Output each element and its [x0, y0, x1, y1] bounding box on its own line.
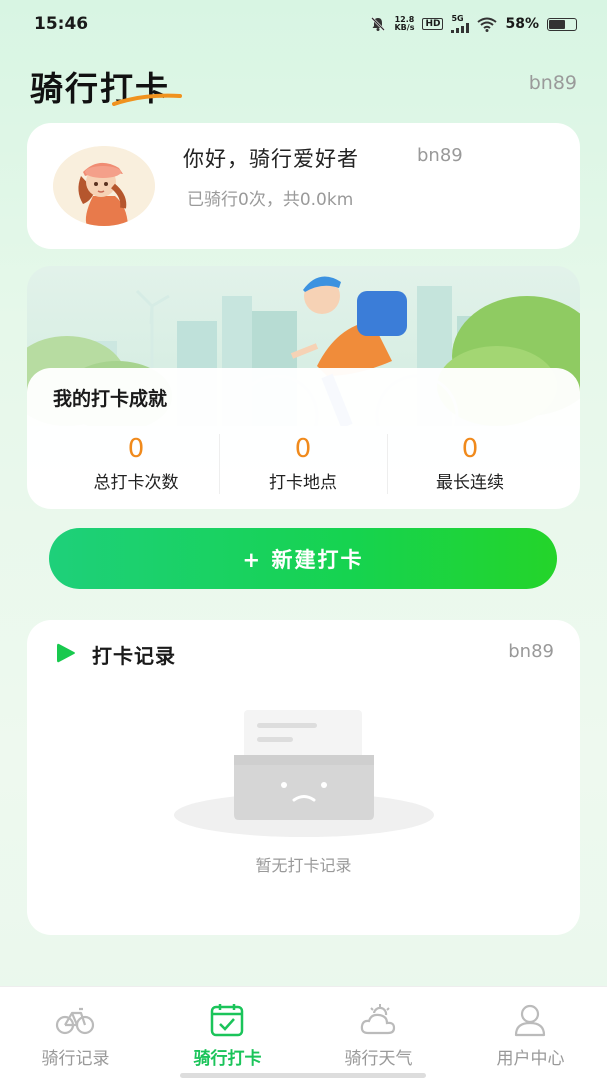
- nav-item-user-center[interactable]: 用户中心: [455, 987, 606, 1080]
- status-time: 15:46: [34, 14, 89, 34]
- play-icon: [57, 643, 75, 663]
- home-indicator[interactable]: [180, 1073, 426, 1078]
- stat-label: 最长连续: [436, 473, 504, 493]
- nav-label: 骑行打卡: [193, 1049, 262, 1069]
- stat-total-checkins: 0 总打卡次数: [53, 434, 219, 493]
- net-speed: 12.8 KB/s: [394, 15, 415, 32]
- status-icons: 12.8 KB/s HD 5G 58%: [370, 15, 577, 33]
- empty-box-icon: [174, 710, 434, 837]
- stat-locations: 0 打卡地点: [220, 434, 386, 493]
- nav-label: 骑行记录: [41, 1049, 110, 1069]
- weather-icon: [360, 1004, 396, 1035]
- nav-label: 用户中心: [496, 1049, 565, 1069]
- empty-records-text: 暂无打卡记录: [255, 856, 352, 875]
- nav-item-ride-records[interactable]: 骑行记录: [0, 987, 151, 1080]
- header-username: bn89: [528, 72, 577, 94]
- greeting-text: 你好，骑行爱好者: [183, 147, 359, 171]
- avatar: [53, 146, 155, 226]
- nav-item-ride-checkin[interactable]: 骑行打卡: [152, 987, 303, 1080]
- stat-longest-streak: 0 最长连续: [387, 434, 553, 493]
- user-icon: [514, 1004, 546, 1037]
- achievements-card: 我的打卡成就 0 总打卡次数 0 打卡地点 0 最长连续: [27, 368, 580, 509]
- stat-value: 0: [127, 434, 145, 464]
- wifi-icon: [477, 17, 498, 32]
- stat-value: 0: [461, 434, 479, 464]
- signal-icon: 5G: [451, 15, 470, 33]
- stat-label: 总打卡次数: [93, 473, 179, 493]
- nav-item-ride-weather[interactable]: 骑行天气: [303, 987, 454, 1080]
- hd-badge: HD: [422, 18, 444, 30]
- records-title: 打卡记录: [92, 644, 176, 668]
- records-username: bn89: [508, 641, 554, 662]
- ride-summary: 已骑行0次，共0.0km: [187, 190, 354, 210]
- new-checkin-button[interactable]: + 新建打卡: [49, 528, 557, 589]
- checkin-records-card: 打卡记录 bn89 暂无打卡记录: [27, 620, 580, 935]
- nav-label: 骑行天气: [344, 1049, 413, 1069]
- bike-icon: [55, 1007, 95, 1035]
- achievements-title: 我的打卡成就: [53, 388, 168, 410]
- stat-value: 0: [294, 434, 312, 464]
- bottom-nav: 骑行记录 骑行打卡 骑行天气 用户中心: [0, 986, 607, 1080]
- status-bar: 15:46 12.8 KB/s HD 5G 58%: [0, 0, 607, 50]
- profile-card[interactable]: 你好，骑行爱好者 bn89 已骑行0次，共0.0km: [27, 123, 580, 249]
- battery-percent: 58%: [505, 16, 539, 32]
- title-swoosh-decoration: [112, 93, 182, 106]
- mute-bell-icon: [371, 17, 386, 31]
- calendar-check-icon: [210, 1004, 244, 1037]
- battery-icon: [547, 17, 577, 31]
- profile-username: bn89: [417, 145, 463, 166]
- stat-label: 打卡地点: [269, 473, 337, 493]
